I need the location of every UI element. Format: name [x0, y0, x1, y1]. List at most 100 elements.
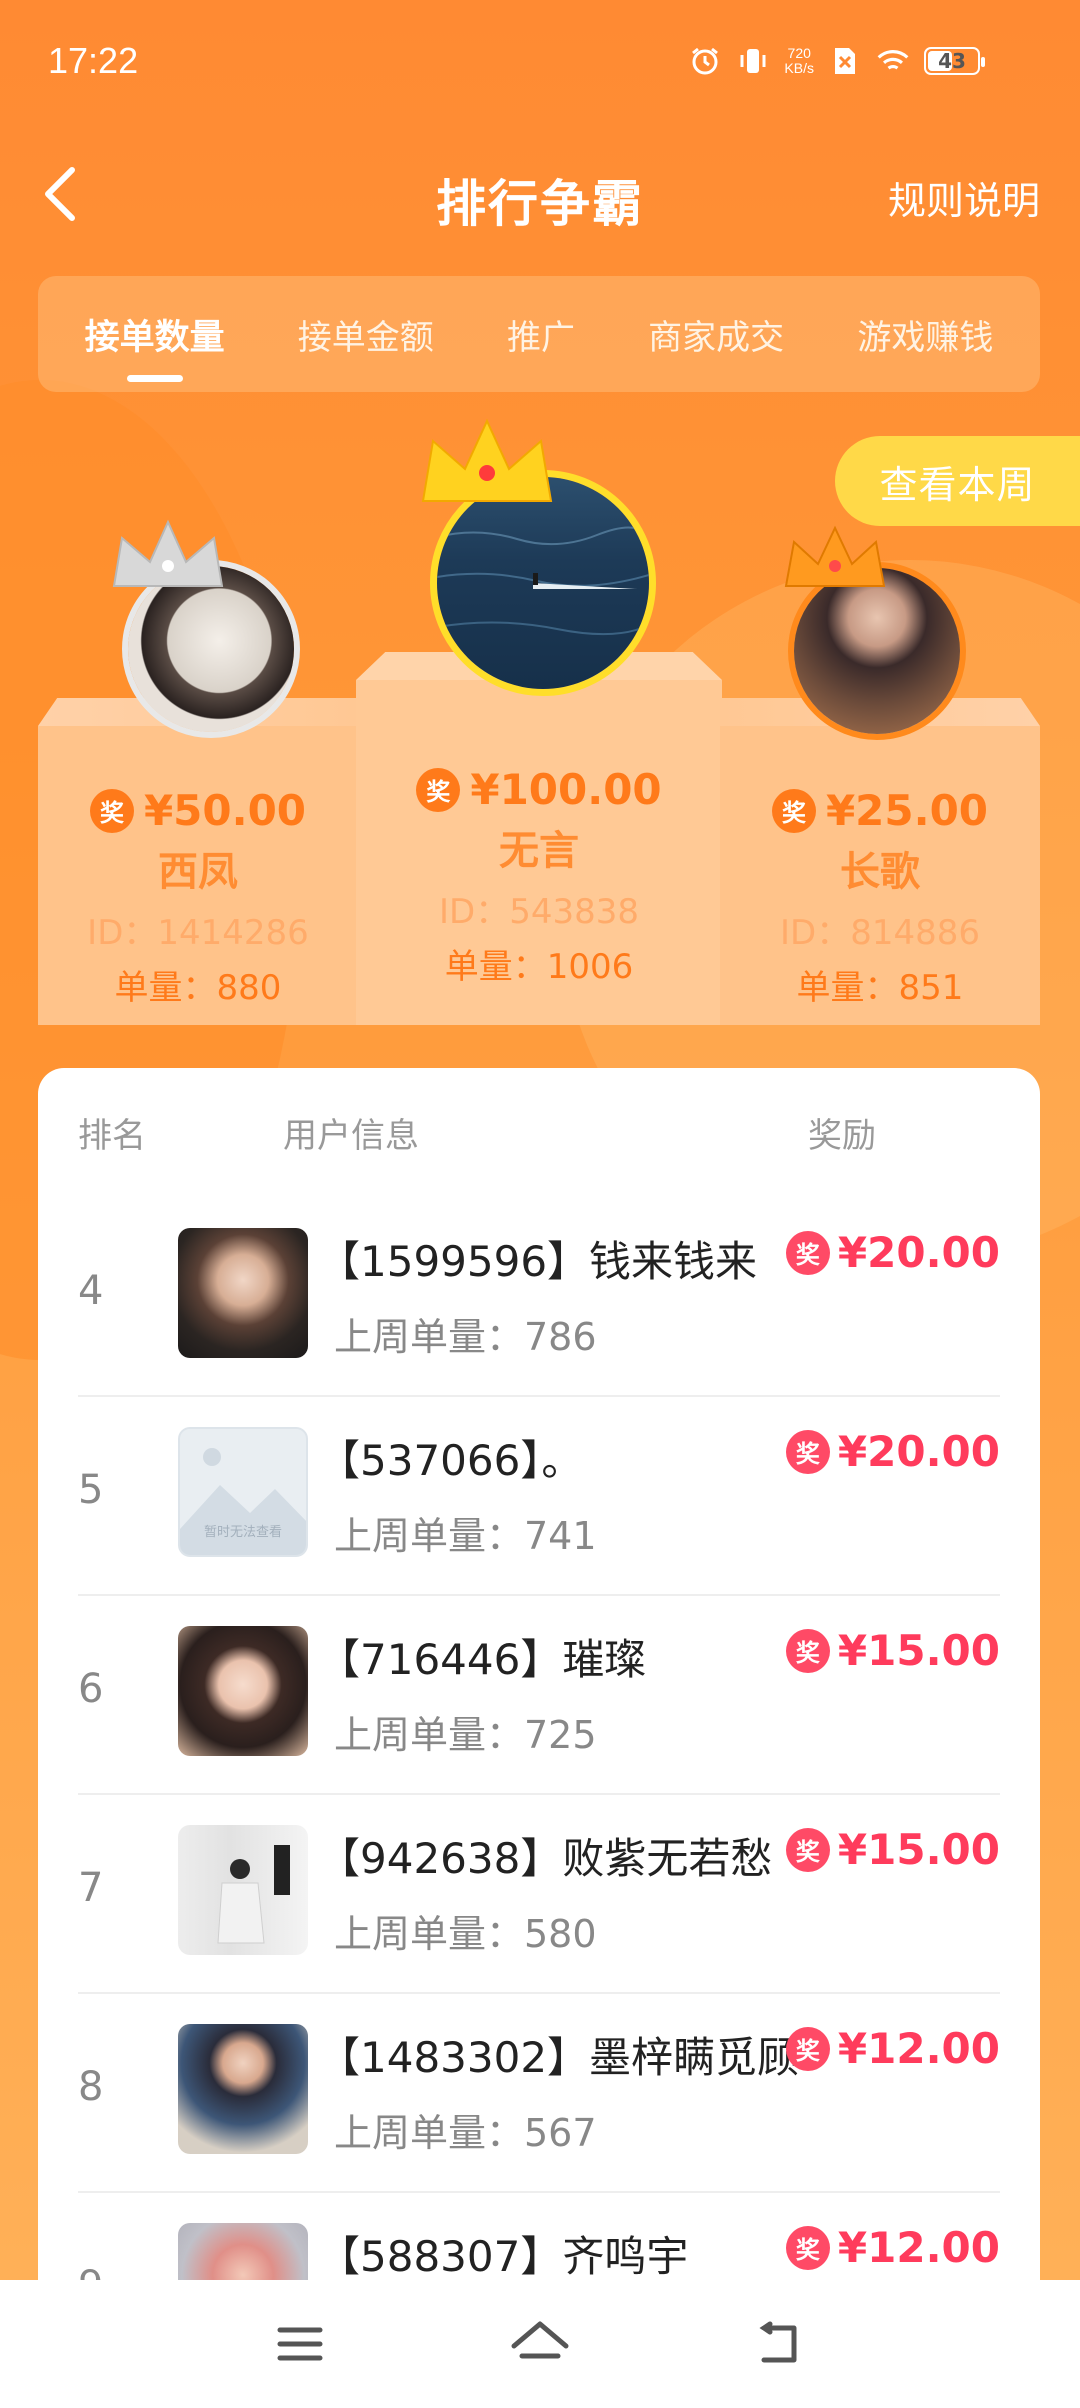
tab-label: 推广 — [506, 317, 575, 358]
photo-figure — [217, 1845, 290, 1944]
rank-number: 4 — [78, 1268, 104, 1314]
avatar-third[interactable] — [784, 525, 966, 740]
column-user-info: 用户信息 — [283, 1116, 419, 1156]
user-id: ID：814886 — [780, 913, 980, 953]
reward-badge-icon: 奖 — [771, 788, 816, 833]
user-name: 【1599596】钱来钱来 — [318, 1237, 758, 1286]
reward-amount: ¥20.00 — [837, 1427, 1000, 1476]
reward-amount: ¥20.00 — [837, 1228, 1000, 1277]
last-week-count: 上周单量：567 — [334, 2111, 597, 2155]
reward-badge-icon: 奖 — [89, 788, 134, 833]
tab-label: 接单金额 — [297, 317, 434, 358]
last-week-count: 上周单量：786 — [334, 1315, 597, 1359]
alarm-icon — [688, 44, 722, 78]
reward-badge-icon: 奖 — [785, 1230, 830, 1275]
avatar-second[interactable] — [112, 519, 300, 738]
last-week-count: 上周单量：725 — [334, 1713, 597, 1757]
user-name: 【537066】。 — [318, 1436, 584, 1485]
network-speed: 720 KB/s — [784, 45, 814, 76]
placeholder-text: 暂时无法查看 — [203, 1525, 282, 1540]
reward-badge-icon: 奖 — [785, 1628, 830, 1673]
reward: 奖 ¥12.00 — [785, 2223, 1000, 2272]
rank-number: 6 — [78, 1666, 104, 1712]
user-avatar — [178, 1228, 308, 1358]
rules-link[interactable]: 规则说明 — [888, 170, 1040, 225]
back-nav-button[interactable] — [750, 2314, 810, 2374]
user-avatar — [178, 2024, 308, 2154]
reward: 奖 ¥20.00 — [785, 1228, 1000, 1277]
user-name: 无言 — [499, 828, 579, 874]
tab-game-earnings[interactable]: 游戏赚钱 — [851, 310, 999, 359]
user-name: 【716446】璀璨 — [318, 1635, 647, 1684]
tab-promotion[interactable]: 推广 — [501, 310, 581, 359]
wifi-icon — [876, 44, 910, 78]
prize-amount: ¥25.00 — [825, 786, 989, 835]
last-week-count: 上周单量：580 — [334, 1912, 597, 1956]
active-tab-indicator — [126, 374, 183, 382]
reward: 奖 ¥12.00 — [785, 2024, 1000, 2073]
prize: 奖 ¥100.00 — [356, 765, 722, 814]
tab-merchant-deals[interactable]: 商家成交 — [642, 310, 790, 359]
status-icons: 720 KB/s 43 — [688, 44, 985, 78]
silver-crown-icon — [112, 519, 224, 587]
podium-first: 奖 ¥100.00 无言 ID：543838 单量：1006 — [356, 652, 722, 1025]
gold-crown-icon — [421, 418, 553, 502]
view-this-week-button[interactable]: 查看本周 — [835, 436, 1080, 526]
back-icon — [759, 2321, 797, 2363]
menu-icon — [277, 2327, 323, 2361]
reward-badge-icon: 奖 — [785, 1827, 830, 1872]
system-nav-bar — [0, 2280, 1080, 2408]
table-row[interactable]: 6 【716446】璀璨 上周单量：725 奖 ¥15.00 — [78, 1596, 1000, 1795]
menu-button[interactable] — [270, 2314, 330, 2374]
battery-indicator: 43 — [924, 47, 985, 75]
avatar-first[interactable] — [421, 418, 656, 696]
ranking-list: 排名 用户信息 奖励 4 【1599596】钱来钱来 上周单量：786 奖 ¥20… — [38, 1068, 1040, 2408]
header: 排行争霸 规则说明 — [0, 150, 1080, 240]
reward-badge-icon: 奖 — [416, 767, 461, 812]
home-icon — [511, 2321, 569, 2359]
rank-number: 5 — [78, 1467, 104, 1513]
user-name: 长歌 — [840, 849, 920, 895]
podium-second: 奖 ¥50.00 西凤 ID：1414286 单量：880 — [38, 698, 358, 1025]
home-button[interactable] — [508, 2314, 569, 2374]
reward-badge-icon: 奖 — [785, 1429, 830, 1474]
ranking-tabs: 接单数量 接单金额 推广 商家成交 游戏赚钱 — [38, 276, 1040, 392]
tab-label: 接单数量 — [84, 317, 225, 358]
order-count: 单量：1006 — [444, 947, 634, 987]
table-row[interactable]: 8 【1483302】墨梓瞒觅顾 上周单量：567 奖 ¥12.00 — [78, 1994, 1000, 2193]
reward-amount: ¥15.00 — [837, 1626, 1000, 1675]
last-week-count: 上周单量：741 — [334, 1514, 597, 1558]
order-count: 单量：880 — [114, 968, 282, 1008]
status-bar: 17:22 720 KB/s 43 — [0, 0, 1080, 120]
reward-amount: ¥12.00 — [837, 2024, 1000, 2073]
tab-label: 商家成交 — [648, 317, 785, 358]
user-name: 【942638】败紫无若愁 — [318, 1834, 773, 1883]
table-row[interactable]: 7 【942638】败紫无若愁 上周单量：580 奖 ¥15.00 — [78, 1795, 1000, 1994]
reward-badge-icon: 奖 — [785, 2225, 830, 2270]
reward: 奖 ¥15.00 — [785, 1626, 1000, 1675]
bronze-crown-icon — [784, 525, 886, 587]
reward-amount: ¥15.00 — [837, 1825, 1000, 1874]
tab-label: 游戏赚钱 — [857, 317, 994, 358]
tab-order-amount[interactable]: 接单金额 — [292, 310, 440, 359]
list-header: 排名 用户信息 奖励 — [38, 1108, 1040, 1158]
order-count: 单量：851 — [796, 968, 964, 1008]
user-avatar — [178, 1825, 308, 1955]
status-time: 17:22 — [48, 40, 139, 81]
prize-amount: ¥50.00 — [143, 786, 307, 835]
tab-order-count[interactable]: 接单数量 — [79, 309, 231, 382]
table-row[interactable]: 4 【1599596】钱来钱来 上周单量：786 奖 ¥20.00 — [78, 1198, 1000, 1397]
user-avatar — [178, 1626, 308, 1756]
prize: 奖 ¥50.00 — [38, 786, 358, 835]
user-name: 西凤 — [158, 849, 238, 895]
rank-number: 7 — [78, 1865, 104, 1911]
column-reward: 奖励 — [808, 1116, 876, 1156]
rank-number: 8 — [78, 2064, 104, 2110]
placeholder-avatar: 暂时无法查看 — [178, 1427, 308, 1557]
reward: 奖 ¥15.00 — [785, 1825, 1000, 1874]
table-row[interactable]: 5 暂时无法查看 【537066】。 上周单量：741 奖 ¥20.00 — [78, 1397, 1000, 1596]
sim-off-icon — [828, 44, 862, 78]
user-id: ID：1414286 — [87, 913, 309, 953]
prize: 奖 ¥25.00 — [720, 786, 1040, 835]
user-name: 【588307】齐鸣宇 — [318, 2232, 689, 2281]
